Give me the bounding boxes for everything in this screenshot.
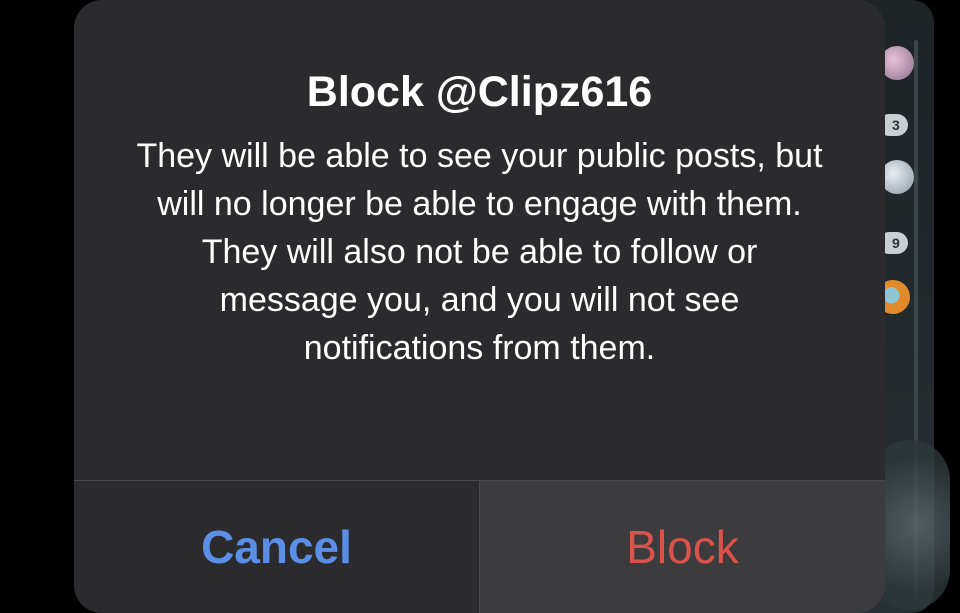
screen: 3 9 Block @Clipz616 They will be able to…: [0, 0, 960, 613]
dialog-actions: Cancel Block: [74, 481, 885, 613]
background-avatar: [880, 46, 914, 80]
block-confirmation-dialog: Block @Clipz616 They will be able to see…: [74, 0, 885, 613]
background-avatar: [880, 160, 914, 194]
cancel-button[interactable]: Cancel: [74, 481, 479, 613]
block-button[interactable]: Block: [480, 481, 885, 613]
dialog-title: Block @Clipz616: [306, 68, 653, 116]
dialog-message: They will be able to see your public pos…: [136, 137, 823, 367]
